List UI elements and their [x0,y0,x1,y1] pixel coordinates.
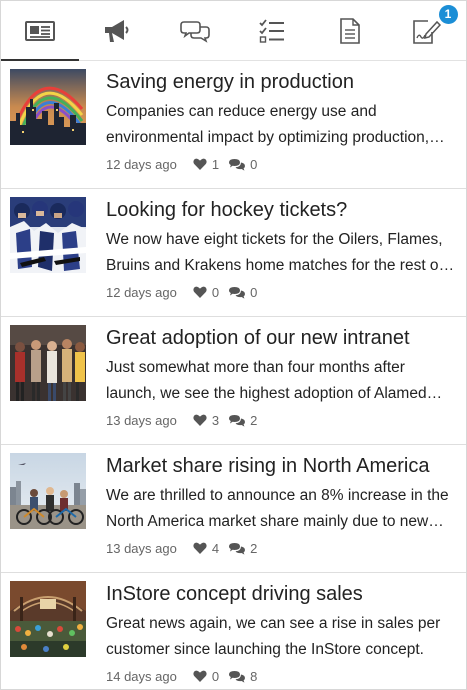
tab-tasks[interactable] [234,1,312,60]
like-button[interactable]: 3 [193,413,219,428]
heart-icon [193,670,207,682]
comments-icon [229,158,246,171]
tab-documents[interactable] [311,1,389,60]
news-meta: 14 days ago 0 8 [106,667,267,685]
news-thumbnail [10,453,86,529]
comment-count: 2 [250,412,258,428]
comments-icon [229,414,246,427]
heart-icon [193,414,207,426]
app-frame: 1 Saving energy in production Companies … [0,0,467,690]
news-date: 12 days ago [106,156,177,172]
list-item[interactable]: Great adoption of our new intranet Just … [1,317,466,445]
chat-bubbles-icon [179,20,210,43]
news-excerpt: Great news again, we can see a rise in s… [106,615,441,658]
document-icon [339,17,360,44]
news-excerpt: Just somewhat more than four months afte… [106,359,427,402]
comments-icon [229,670,246,683]
tab-bar: 1 [1,1,466,61]
comments-button[interactable]: 2 [229,541,257,556]
list-item[interactable]: Saving energy in production Companies ca… [1,61,466,189]
comment-count: 2 [250,540,258,556]
news-title[interactable]: Great adoption of our new intranet [106,326,456,350]
checklist-icon [259,18,285,43]
heart-icon [193,286,207,298]
like-button[interactable]: 0 [193,669,219,684]
like-count: 0 [211,284,220,300]
like-button[interactable]: 4 [193,541,219,556]
news-meta: 12 days ago 0 0 [106,283,267,301]
tab-discussions[interactable] [156,1,234,60]
news-excerpt: We are thrilled to announce an 8% increa… [106,487,449,530]
news-title[interactable]: Market share rising in North America [106,454,456,478]
notification-badge: 1 [438,5,458,24]
news-excerpt: Companies can reduce energy use and envi… [106,103,430,146]
comments-icon [229,286,246,299]
tab-acknowledgements[interactable]: 1 [389,1,467,60]
comments-icon [229,542,246,555]
list-item[interactable]: InStore concept driving sales Great news… [1,573,466,689]
news-date: 13 days ago [106,412,177,428]
news-date: 13 days ago [106,540,177,556]
tab-announcements[interactable] [79,1,157,60]
comment-count: 0 [250,284,258,300]
news-thumbnail [10,197,86,273]
like-count: 4 [211,540,220,556]
comments-button[interactable]: 0 [229,157,257,172]
news-title[interactable]: Saving energy in production [106,70,456,94]
list-item[interactable]: Looking for hockey tickets? We now have … [1,189,466,317]
news-thumbnail [10,69,86,145]
megaphone-icon [105,19,129,42]
list-item[interactable]: Market share rising in North America We … [1,445,466,573]
comment-count: 0 [250,156,258,172]
news-title[interactable]: InStore concept driving sales [106,582,456,606]
news-list: Saving energy in production Companies ca… [1,61,466,689]
news-meta: 12 days ago 1 0 [106,155,267,173]
like-button[interactable]: 1 [193,157,219,172]
comments-button[interactable]: 0 [229,285,257,300]
heart-icon [193,158,207,170]
signed-document-icon [413,19,442,44]
news-meta: 13 days ago 4 2 [106,539,267,557]
news-thumbnail [10,581,86,657]
like-button[interactable]: 0 [193,285,219,300]
like-count: 1 [211,156,220,172]
like-count: 3 [211,412,220,428]
comments-button[interactable]: 2 [229,413,257,428]
tab-news[interactable] [1,1,79,61]
like-count: 0 [211,668,220,684]
comments-button[interactable]: 8 [229,669,257,684]
news-meta: 13 days ago 3 2 [106,411,267,429]
news-title[interactable]: Looking for hockey tickets? [106,198,456,222]
news-excerpt: We now have eight tickets for the Oilers… [106,231,443,274]
heart-icon [193,542,207,554]
news-date: 14 days ago [106,668,177,684]
news-date: 12 days ago [106,284,177,300]
comment-count: 8 [250,668,258,684]
news-icon [24,20,55,41]
news-thumbnail [10,325,86,401]
